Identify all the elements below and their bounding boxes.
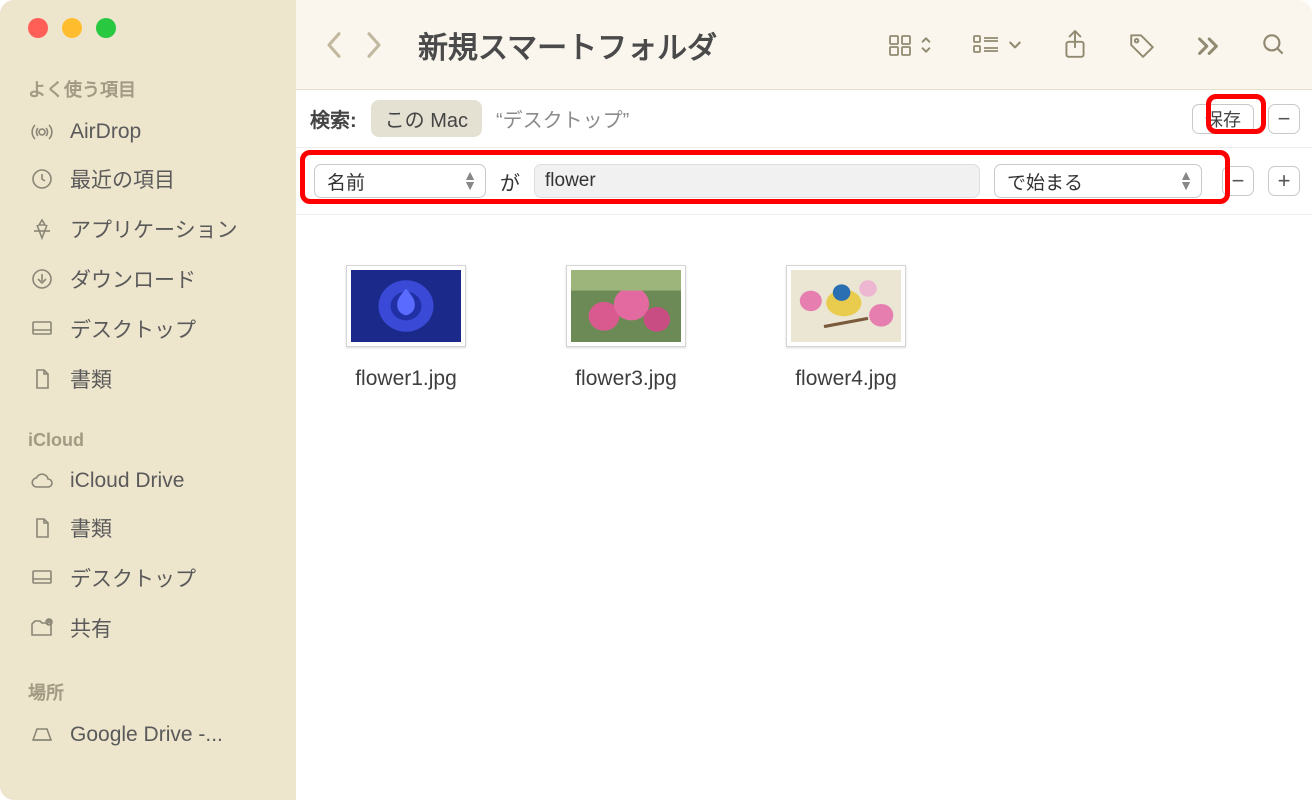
close-window-button[interactable] bbox=[28, 18, 48, 38]
disk-icon bbox=[28, 723, 56, 747]
criteria-verb: が bbox=[500, 167, 520, 196]
clock-icon bbox=[28, 167, 56, 191]
sidebar-item-label: iCloud Drive bbox=[70, 469, 184, 493]
finder-window: よく使う項目 AirDrop 最近の項目 アプリケーション ダウンロード bbox=[0, 0, 1312, 800]
forward-button[interactable] bbox=[364, 30, 384, 60]
sidebar-section-locations: 場所 bbox=[0, 673, 296, 711]
file-thumbnail bbox=[346, 265, 466, 347]
view-mode-button[interactable] bbox=[888, 33, 932, 57]
apps-icon bbox=[28, 217, 56, 241]
criteria-row-wrap: 名前 ▲▼ が で始まる ▲▼ − + bbox=[296, 148, 1312, 215]
file-thumbnail bbox=[786, 265, 906, 347]
sidebar-item-shared[interactable]: 共有 bbox=[0, 605, 296, 651]
overflow-button[interactable] bbox=[1196, 35, 1220, 55]
toolbar: 新規スマートフォルダ bbox=[296, 0, 1312, 90]
doc-icon bbox=[28, 516, 56, 540]
file-item[interactable]: flower1.jpg bbox=[326, 265, 486, 391]
sidebar-section-icloud: iCloud bbox=[0, 424, 296, 457]
share-button[interactable] bbox=[1062, 30, 1088, 60]
group-button[interactable] bbox=[972, 33, 1022, 57]
sidebar-item-google-drive[interactable]: Google Drive -... bbox=[0, 715, 296, 755]
file-name: flower1.jpg bbox=[355, 367, 457, 391]
scope-desktop[interactable]: “デスクトップ” bbox=[496, 104, 629, 133]
sidebar-item-applications[interactable]: アプリケーション bbox=[0, 206, 296, 252]
sidebar-item-label: 書類 bbox=[70, 364, 112, 394]
desktop-icon bbox=[28, 317, 56, 341]
shared-folder-icon bbox=[28, 616, 56, 640]
criteria-attribute-label: 名前 bbox=[327, 168, 365, 195]
airdrop-icon bbox=[28, 120, 56, 144]
sidebar-item-label: アプリケーション bbox=[70, 214, 238, 244]
zoom-window-button[interactable] bbox=[96, 18, 116, 38]
back-button[interactable] bbox=[324, 30, 344, 60]
sidebar-item-icloud-drive[interactable]: iCloud Drive bbox=[0, 461, 296, 501]
sidebar-item-downloads[interactable]: ダウンロード bbox=[0, 256, 296, 302]
sidebar-item-recents[interactable]: 最近の項目 bbox=[0, 156, 296, 202]
file-item[interactable]: flower4.jpg bbox=[766, 265, 926, 391]
file-name: flower4.jpg bbox=[795, 367, 897, 391]
search-scope-bar: 検索: この Mac “デスクトップ” 保存 − bbox=[296, 90, 1312, 148]
criteria-remove-button[interactable]: − bbox=[1222, 166, 1254, 196]
sidebar-item-label: デスクトップ bbox=[70, 563, 196, 593]
remove-criteria-button[interactable]: − bbox=[1268, 104, 1300, 134]
nav-arrows bbox=[324, 30, 384, 60]
criteria-operator-label: で始まる bbox=[1007, 168, 1083, 195]
sidebar-item-icloud-documents[interactable]: 書類 bbox=[0, 505, 296, 551]
cloud-icon bbox=[28, 469, 56, 493]
sidebar-item-label: AirDrop bbox=[70, 120, 141, 144]
sidebar-section-favorites: よく使う項目 bbox=[0, 70, 296, 108]
criteria-value-input[interactable] bbox=[534, 164, 980, 198]
criteria-operator-select[interactable]: で始まる ▲▼ bbox=[994, 164, 1202, 198]
search-label: 検索: bbox=[310, 104, 357, 133]
scope-this-mac[interactable]: この Mac bbox=[371, 100, 482, 137]
sidebar-item-documents[interactable]: 書類 bbox=[0, 356, 296, 402]
doc-icon bbox=[28, 367, 56, 391]
window-controls bbox=[0, 18, 296, 66]
window-title: 新規スマートフォルダ bbox=[418, 23, 717, 67]
criteria-row: 名前 ▲▼ が で始まる ▲▼ − + bbox=[296, 148, 1312, 215]
sidebar: よく使う項目 AirDrop 最近の項目 アプリケーション ダウンロード bbox=[0, 0, 296, 800]
sidebar-item-airdrop[interactable]: AirDrop bbox=[0, 112, 296, 152]
stepper-icon: ▲▼ bbox=[463, 171, 477, 191]
criteria-add-button[interactable]: + bbox=[1268, 166, 1300, 196]
main-pane: 新規スマートフォルダ bbox=[296, 0, 1312, 800]
sidebar-item-label: 最近の項目 bbox=[70, 164, 175, 194]
file-name: flower3.jpg bbox=[575, 367, 677, 391]
save-button[interactable]: 保存 bbox=[1192, 104, 1254, 134]
sidebar-item-label: ダウンロード bbox=[70, 264, 196, 294]
desktop-icon bbox=[28, 566, 56, 590]
sidebar-item-desktop[interactable]: デスクトップ bbox=[0, 306, 296, 352]
criteria-inner: 名前 ▲▼ が で始まる ▲▼ bbox=[308, 160, 1208, 202]
sidebar-item-label: 共有 bbox=[70, 613, 112, 643]
search-button[interactable] bbox=[1260, 31, 1288, 59]
file-grid[interactable]: flower1.jpg flower3.jpg bbox=[296, 215, 1312, 800]
file-thumbnail bbox=[566, 265, 686, 347]
criteria-attribute-select[interactable]: 名前 ▲▼ bbox=[314, 164, 486, 198]
tags-button[interactable] bbox=[1128, 31, 1156, 59]
sidebar-item-label: 書類 bbox=[70, 513, 112, 543]
download-icon bbox=[28, 267, 56, 291]
stepper-icon: ▲▼ bbox=[1179, 171, 1193, 191]
sidebar-item-icloud-desktop[interactable]: デスクトップ bbox=[0, 555, 296, 601]
toolbar-icons bbox=[888, 30, 1288, 60]
sidebar-item-label: デスクトップ bbox=[70, 314, 196, 344]
minimize-window-button[interactable] bbox=[62, 18, 82, 38]
sidebar-item-label: Google Drive -... bbox=[70, 723, 223, 747]
file-item[interactable]: flower3.jpg bbox=[546, 265, 706, 391]
